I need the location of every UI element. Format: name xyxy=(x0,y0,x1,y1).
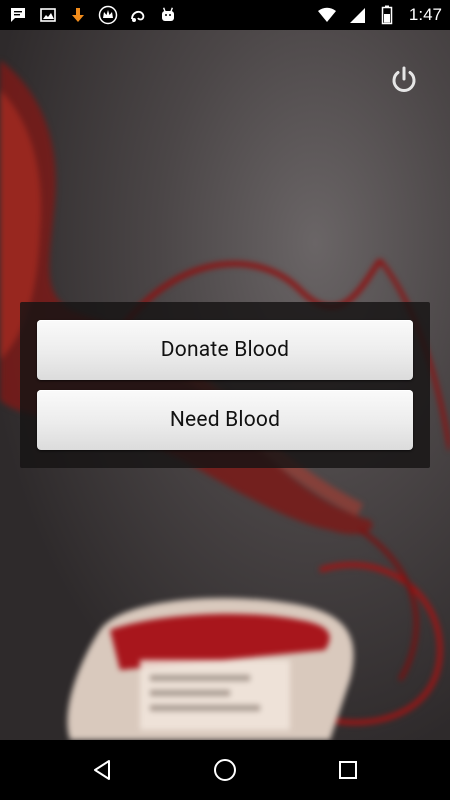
download-icon xyxy=(68,5,88,25)
notification-icons xyxy=(8,5,178,25)
need-blood-button[interactable]: Need Blood xyxy=(37,390,413,450)
image-icon xyxy=(38,5,58,25)
system-icons: 1:47 xyxy=(317,5,442,25)
uc-browser-icon xyxy=(128,5,148,25)
power-icon xyxy=(392,66,416,92)
power-button[interactable] xyxy=(386,62,422,98)
donate-blood-button[interactable]: Donate Blood xyxy=(37,320,413,380)
status-bar: 1:47 xyxy=(0,0,450,30)
action-panel: Donate Blood Need Blood xyxy=(20,302,430,468)
screen: 1:47 Donate Blood Need Blood xyxy=(0,0,450,800)
clock: 1:47 xyxy=(408,5,442,24)
android-icon xyxy=(158,5,178,25)
message-icon xyxy=(8,5,28,25)
recents-button[interactable] xyxy=(324,746,372,794)
wifi-icon xyxy=(317,5,337,25)
home-button[interactable] xyxy=(201,746,249,794)
back-triangle-icon xyxy=(93,760,110,780)
crown-app-icon xyxy=(98,5,118,25)
home-circle-icon xyxy=(213,759,236,781)
back-button[interactable] xyxy=(78,746,126,794)
battery-icon xyxy=(377,5,397,25)
cellular-signal-icon xyxy=(347,5,367,25)
navigation-bar xyxy=(0,740,450,800)
recents-square-icon xyxy=(339,761,358,779)
